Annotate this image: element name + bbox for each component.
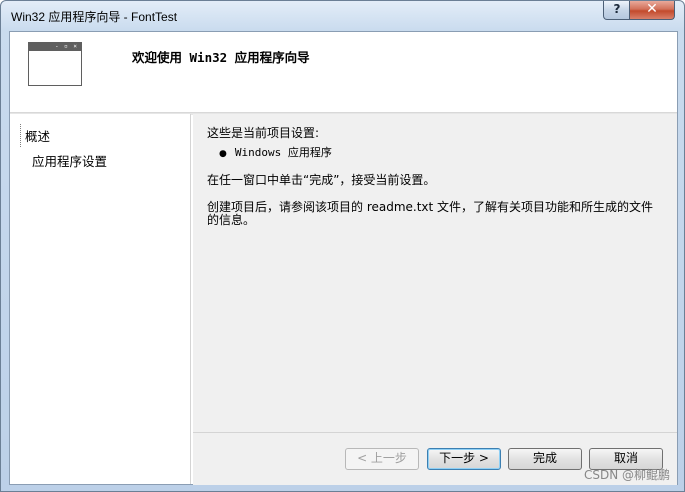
bullet-icon: ● bbox=[219, 149, 227, 159]
wizard-window: Win32 应用程序向导 - FontTest ? ✕ - ▫ × 欢迎使用 W… bbox=[0, 0, 685, 492]
nav-item-overview[interactable]: 概述 bbox=[20, 124, 54, 147]
window-title: Win32 应用程序向导 - FontTest bbox=[11, 10, 178, 24]
prev-button[interactable]: < 上一步 bbox=[345, 448, 419, 470]
page-title: 欢迎使用 Win32 应用程序向导 bbox=[132, 50, 310, 65]
nav-item-app-settings[interactable]: 应用程序设置 bbox=[28, 149, 111, 172]
title-bar[interactable]: Win32 应用程序向导 - FontTest ? ✕ bbox=[1, 1, 684, 31]
wizard-nav: 概述 应用程序设置 bbox=[10, 114, 191, 484]
next-button[interactable]: 下一步 > bbox=[427, 448, 501, 470]
bullet-text: Windows 应用程序 bbox=[234, 146, 332, 159]
csdn-watermark: CSDN @柳鲲鹏 bbox=[583, 468, 670, 482]
info-text-line1: 创建项目后，请参阅该项目的 readme.txt 文件，了解有关项目功能和所生成… bbox=[207, 200, 654, 214]
wizard-content: 这些是当前项目设置: ● Windows 应用程序 在任一窗口中单击“完成”，接受… bbox=[193, 114, 677, 432]
finish-button[interactable]: 完成 bbox=[508, 448, 582, 470]
instruction-text: 在任一窗口中单击“完成”，接受当前设置。 bbox=[207, 173, 436, 187]
bullet-item: ● Windows 应用程序 bbox=[219, 144, 332, 160]
close-button[interactable]: ✕ bbox=[629, 1, 675, 20]
intro-text: 这些是当前项目设置: bbox=[207, 126, 320, 140]
wizard-header: - ▫ × 欢迎使用 Win32 应用程序向导 bbox=[10, 32, 677, 112]
wizard-client-area: - ▫ × 欢迎使用 Win32 应用程序向导 概述 应用程序设置 这些是当前项… bbox=[9, 31, 678, 485]
help-button[interactable]: ? bbox=[603, 1, 631, 20]
window-icon-titlebar: - ▫ × bbox=[29, 43, 81, 51]
window-icon: - ▫ × bbox=[28, 42, 82, 86]
info-text-line2: 的信息。 bbox=[207, 213, 256, 227]
